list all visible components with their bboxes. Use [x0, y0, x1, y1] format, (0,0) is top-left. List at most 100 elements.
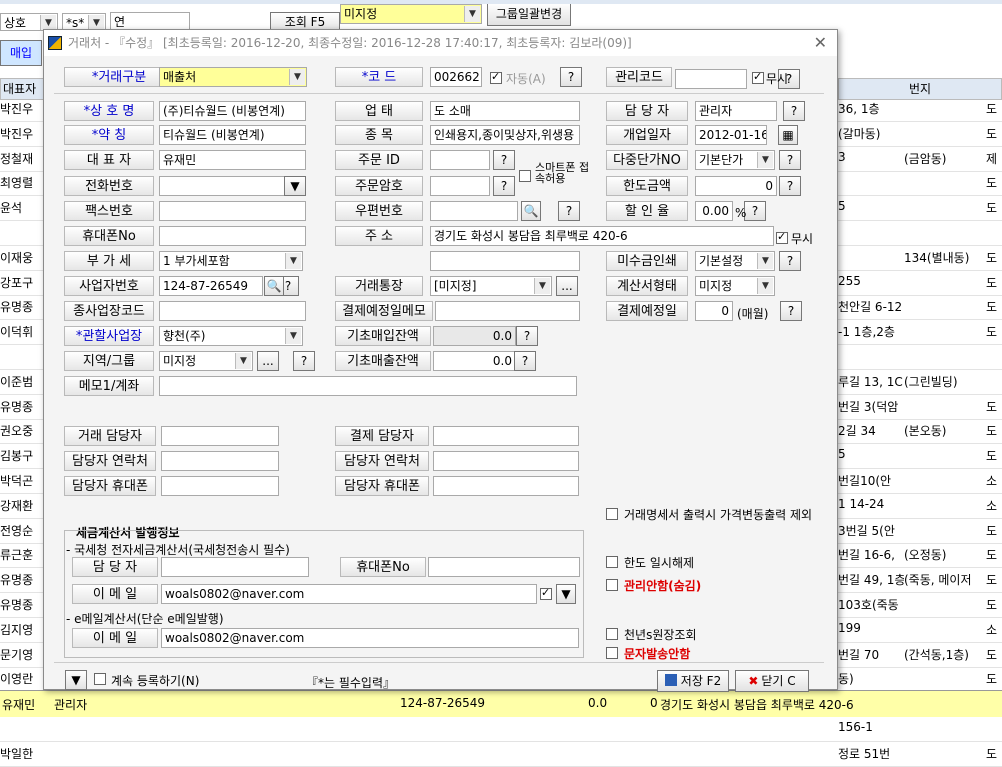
bg-row-address: 경기도 화성시 봉담읍 최루백로 420-6: [660, 698, 854, 712]
bg-row-edge: 도: [986, 746, 998, 761]
close-icon[interactable]: ✕: [814, 30, 827, 56]
bank-select[interactable]: [미지정]: [430, 276, 552, 296]
help-button[interactable]: ?: [558, 201, 580, 221]
code-input[interactable]: 002662: [430, 67, 482, 87]
subbiz-input[interactable]: [159, 301, 306, 321]
expand-toggle-button[interactable]: ▼: [65, 670, 87, 690]
trade-mobile-input[interactable]: [161, 476, 279, 496]
pay-mobile-input[interactable]: [433, 476, 579, 496]
opt1-checkbox[interactable]: [606, 508, 618, 520]
bg-selected-row[interactable]: 유재민 관리자 124-87-26549 0.0 0 경기도 화성시 봉담읍 최…: [0, 690, 1002, 717]
bizno-input[interactable]: 124-87-26549: [159, 276, 263, 296]
opt5-checkbox[interactable]: [606, 647, 618, 659]
auto-checkbox[interactable]: [490, 70, 502, 84]
help-button[interactable]: ?: [744, 201, 766, 221]
phone-dropdown-button[interactable]: ▼: [284, 176, 306, 196]
opt3-checkbox[interactable]: [606, 579, 618, 591]
region-select[interactable]: 미지정: [159, 351, 253, 371]
required-note: 『*는 필수입력』: [306, 676, 396, 690]
bg-row-dong: 134(별내동): [904, 250, 970, 265]
bg-row-ceo: 김봉구: [0, 449, 34, 464]
limit-input[interactable]: 0: [695, 176, 777, 196]
save-button[interactable]: 저장 F2: [657, 670, 729, 692]
bank-more-button[interactable]: ...: [556, 276, 578, 296]
unpaid-select[interactable]: 기본설정: [695, 251, 775, 271]
label-memo: 메모1/계좌: [64, 376, 154, 396]
help-button[interactable]: ?: [493, 176, 515, 196]
bg-tab-buy[interactable]: 매입: [0, 40, 42, 66]
zip-input[interactable]: [430, 201, 518, 221]
order-pw-input[interactable]: [430, 176, 490, 196]
help-button[interactable]: ?: [493, 150, 515, 170]
mgmt-code-input[interactable]: [675, 69, 747, 89]
help-button[interactable]: ?: [779, 251, 801, 271]
price-level-select[interactable]: 기본단가: [695, 150, 775, 170]
close-button[interactable]: ✖ 닫기 C: [735, 670, 809, 692]
item-input[interactable]: 인쇄용지,종이및상자,위생용: [430, 125, 580, 145]
label-abbr: *약 칭: [64, 125, 154, 145]
bg-row-edge: 도: [986, 325, 998, 340]
biz-type-input[interactable]: 도 소매: [430, 101, 580, 121]
init-sell-input[interactable]: 0.0: [433, 351, 516, 371]
mobile-input[interactable]: [159, 226, 306, 246]
label-price-level: 다중단가NO: [606, 150, 688, 170]
pay-memo-input[interactable]: [435, 301, 580, 321]
help-button[interactable]: ?: [780, 301, 802, 321]
label-invoice-type: 계산서형태: [606, 276, 688, 296]
opt4-checkbox[interactable]: [606, 628, 618, 640]
help-button[interactable]: ?: [560, 67, 582, 87]
bg-row-address: 2길 34: [838, 424, 876, 439]
fax-input[interactable]: [159, 201, 306, 221]
ceo-input[interactable]: 유재민: [159, 150, 306, 170]
order-id-input[interactable]: [430, 150, 490, 170]
help-button[interactable]: ?: [779, 176, 801, 196]
ignore-label: 무시: [766, 72, 789, 86]
addr-ignore-checkbox[interactable]: [776, 230, 788, 244]
continue-register-checkbox[interactable]: [94, 673, 106, 685]
init-buy-input[interactable]: 0.0: [433, 326, 516, 346]
vat-select[interactable]: 1 부가세포함: [159, 251, 303, 271]
trade-contact-input[interactable]: [161, 426, 279, 446]
bg-status-select[interactable]: 미지정: [340, 4, 482, 24]
bg-col-header-right: 번지: [838, 78, 1002, 100]
ignore-checkbox[interactable]: [752, 70, 764, 84]
label-biz-type: 업 태: [335, 101, 423, 121]
calendar-icon[interactable]: ▦: [778, 125, 798, 145]
bg-row-edge: 도: [986, 300, 998, 315]
trade-type-select[interactable]: 매출처: [159, 67, 307, 87]
region-more-button[interactable]: ...: [257, 351, 279, 371]
company-input[interactable]: (주)티슈월드 (비봉연계): [159, 101, 306, 121]
dialog-title: 거래처 - 『수정』 [최초등록일: 2016-12-20, 최종수정일: 20…: [68, 36, 632, 50]
bg-row-dong: (금암동): [904, 151, 947, 166]
label-bizno: 사업자번호: [64, 276, 154, 296]
help-button[interactable]: ?: [514, 351, 536, 371]
zip-search-icon[interactable]: 🔍: [521, 201, 541, 221]
open-date-input[interactable]: 2012-01-16: [695, 125, 767, 145]
memo-input[interactable]: [159, 376, 577, 396]
trade-tel-input[interactable]: [161, 451, 279, 471]
pay-contact-input[interactable]: [433, 426, 579, 446]
pay-day-input[interactable]: 0: [695, 301, 733, 321]
manager-input[interactable]: 관리자: [695, 101, 777, 121]
help-button[interactable]: ?: [293, 351, 315, 371]
invoice-type-select[interactable]: 미지정: [695, 276, 775, 296]
bg-row-ceo: 유명종: [0, 300, 34, 315]
help-button[interactable]: ?: [516, 326, 538, 346]
abbr-input[interactable]: 티슈월드 (비봉연계): [159, 125, 306, 145]
continue-register-label: 계속 등록하기(N): [111, 674, 200, 688]
phone-input[interactable]: [159, 176, 285, 196]
bg-group-change-button[interactable]: 그룹일괄변경: [487, 2, 571, 26]
address2-input[interactable]: [430, 251, 580, 271]
pay-tel-input[interactable]: [433, 451, 579, 471]
help-button[interactable]: ?: [783, 101, 805, 121]
bg-search-input[interactable]: 연: [110, 12, 190, 30]
bg-col-header-label: 대표자: [3, 82, 37, 96]
opt2-checkbox[interactable]: [606, 556, 618, 568]
search-icon[interactable]: 🔍: [264, 276, 284, 296]
address-input[interactable]: 경기도 화성시 봉담읍 최루백로 420-6: [430, 226, 774, 246]
discount-input[interactable]: 0.00: [695, 201, 733, 221]
branch-select[interactable]: 향천(주): [159, 326, 303, 346]
smartphone-checkbox[interactable]: [519, 170, 531, 182]
bg-row-ceo: 박덕곤: [0, 474, 34, 488]
help-button[interactable]: ?: [779, 150, 801, 170]
